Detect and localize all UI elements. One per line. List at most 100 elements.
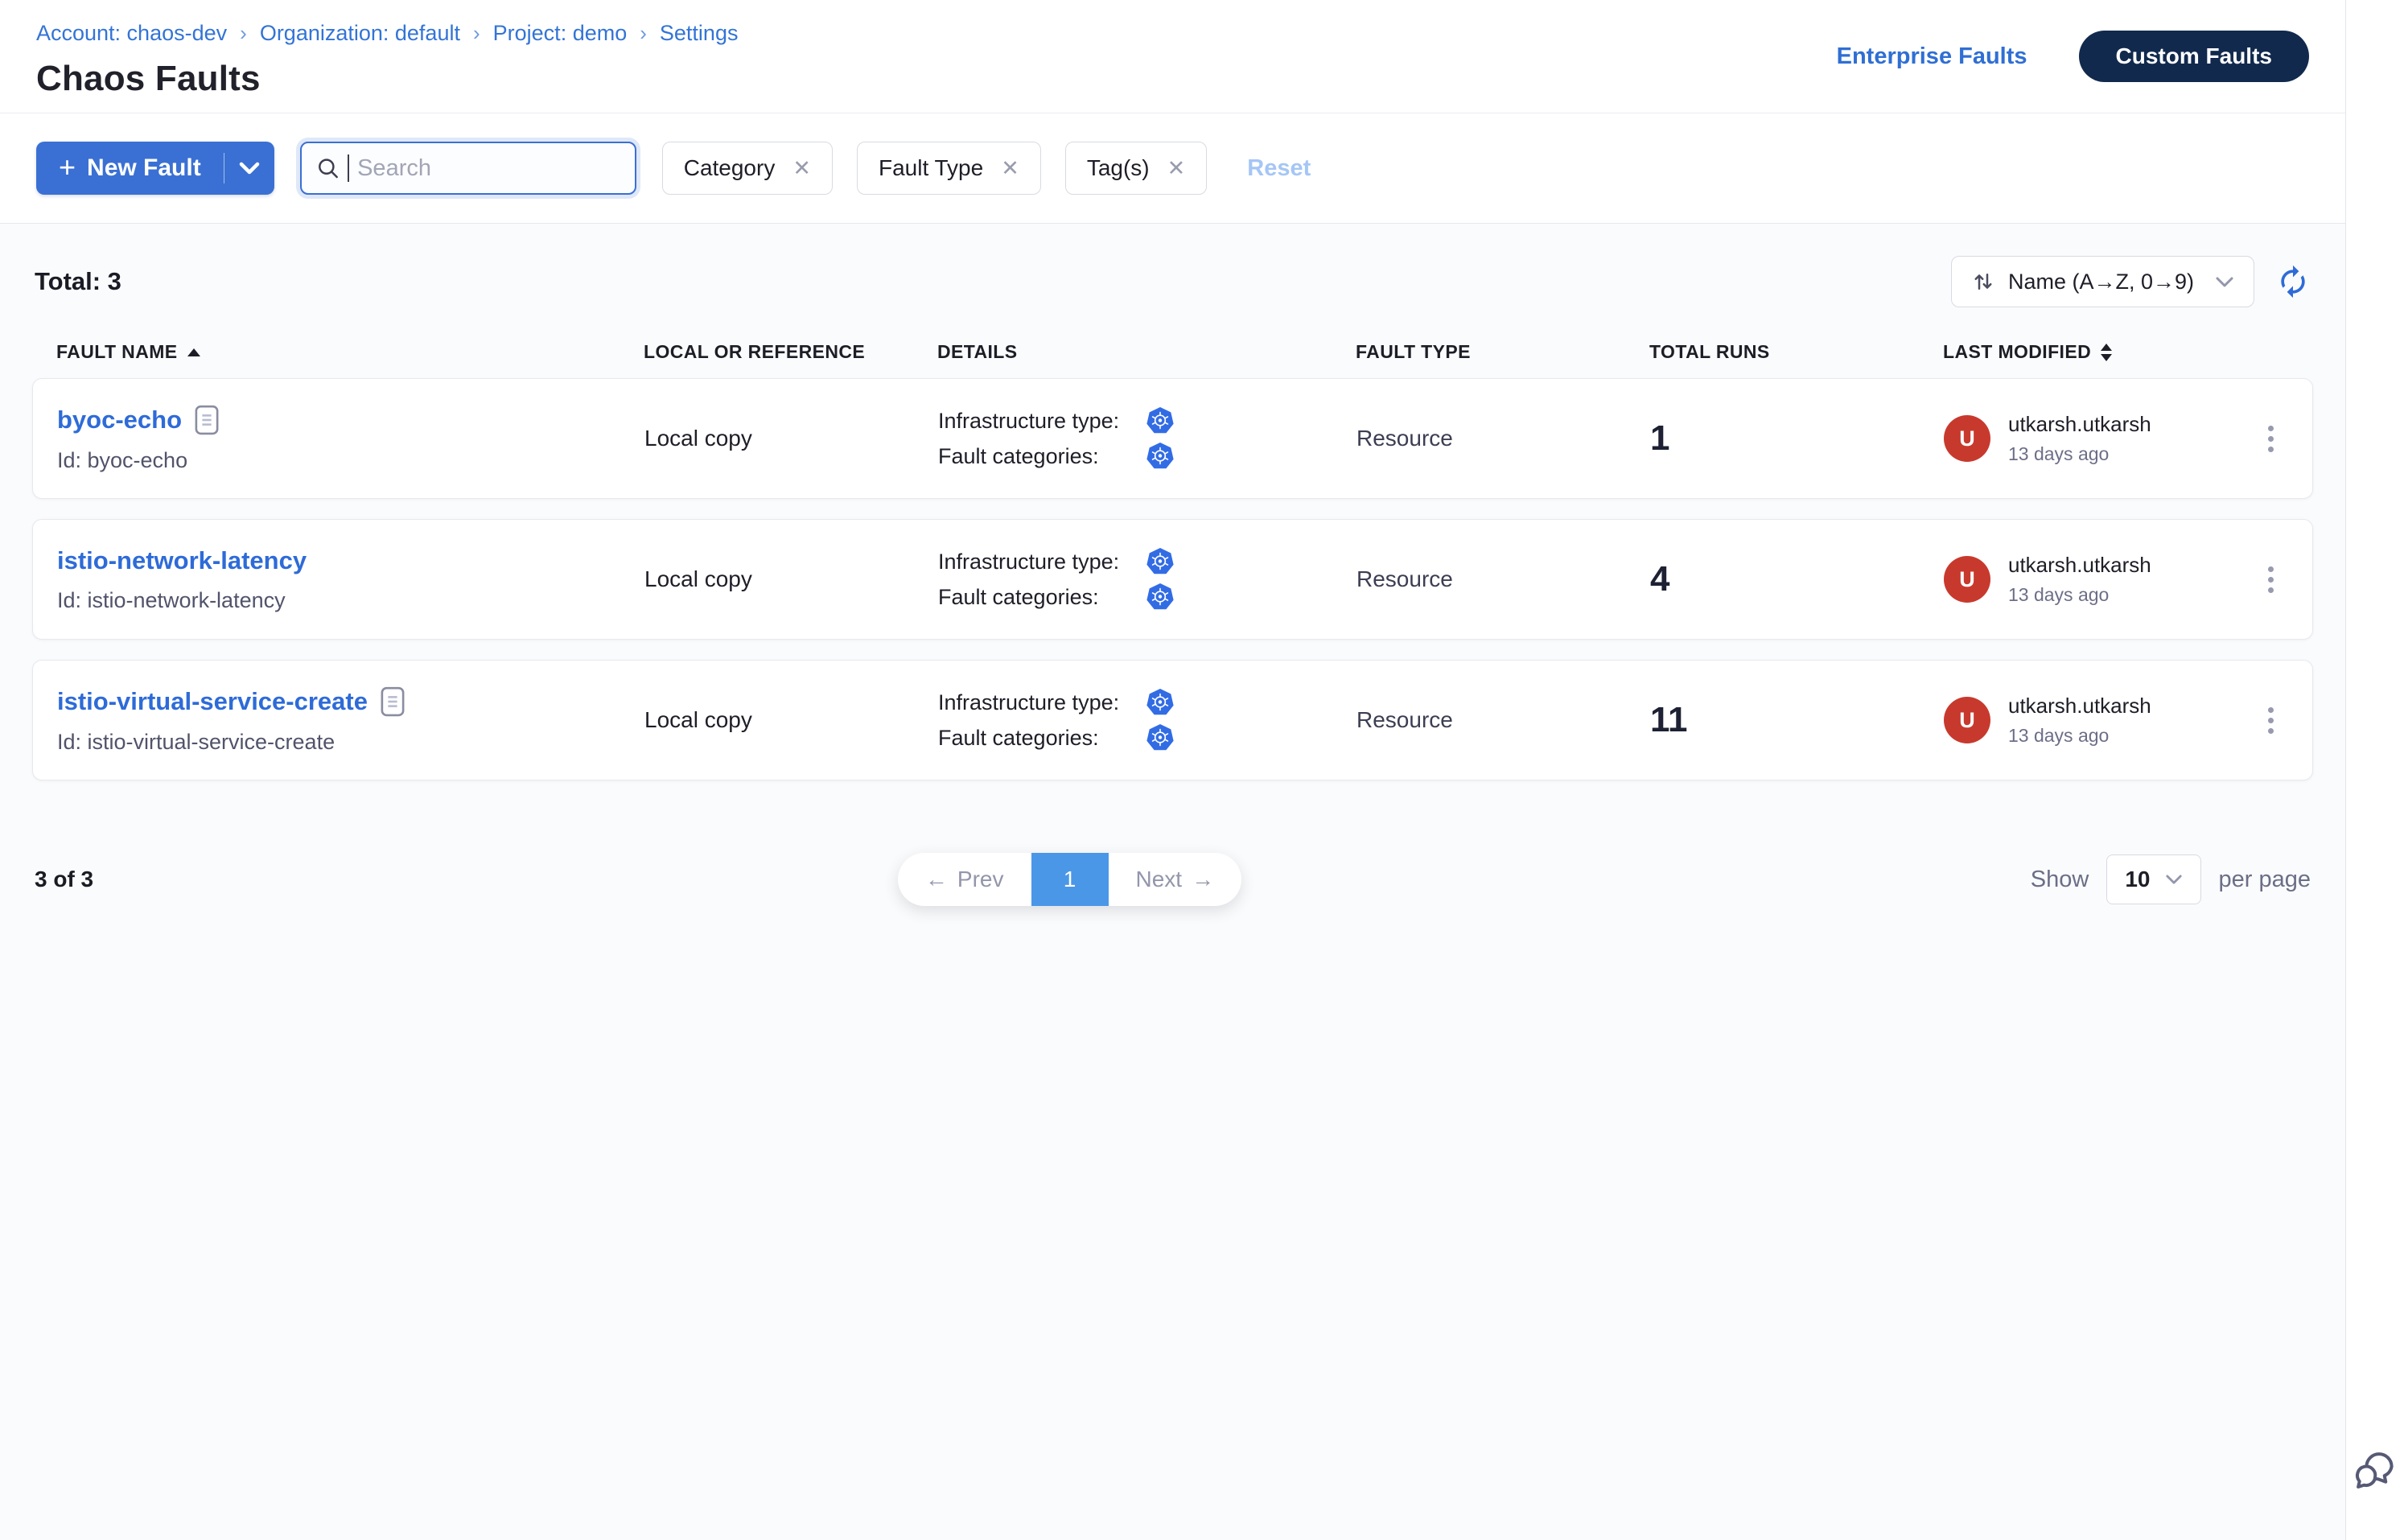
- refresh-icon[interactable]: [2275, 264, 2311, 299]
- filter-chip-label: Category: [684, 155, 776, 181]
- column-header-details: DETAILS: [937, 341, 1356, 363]
- manifest-icon: [381, 686, 405, 717]
- sort-both-icon: [2101, 344, 2112, 361]
- breadcrumb: Account: chaos-dev › Organization: defau…: [36, 21, 738, 46]
- pager: ← Prev 1 Next →: [898, 853, 1241, 906]
- column-header-local-or-reference: LOCAL OR REFERENCE: [644, 341, 937, 363]
- local-or-reference-cell: Local copy: [644, 426, 938, 451]
- page-title: Chaos Faults: [36, 59, 738, 99]
- local-or-reference-cell: Local copy: [644, 566, 938, 592]
- kubernetes-icon: [1146, 723, 1175, 752]
- modified-by-user: utkarsh.utkarsh: [2008, 553, 2151, 578]
- table-header-row: FAULT NAME LOCAL OR REFERENCE DETAILS FA…: [32, 341, 2313, 378]
- search-box[interactable]: [300, 142, 636, 195]
- column-header-fault-type: FAULT TYPE: [1356, 341, 1649, 363]
- chevron-down-icon: [2165, 874, 2183, 885]
- details-cell: Infrastructure type:: [938, 547, 1356, 611]
- total-runs-cell: 11: [1650, 700, 1944, 740]
- manifest-icon: [195, 405, 219, 435]
- enterprise-faults-link[interactable]: Enterprise Faults: [1837, 43, 2027, 70]
- kubernetes-icon: [1146, 547, 1175, 576]
- show-label: Show: [2031, 867, 2089, 893]
- fault-id: Id: istio-network-latency: [57, 588, 644, 613]
- main-content: Total: 3 Name (A→Z, 0→9): [0, 224, 2345, 1540]
- breadcrumb-project[interactable]: Project: demo: [493, 21, 628, 46]
- fault-name-cell: istio-virtual-service-create Id: istio-v…: [57, 686, 644, 755]
- fault-name-link[interactable]: istio-network-latency: [57, 546, 307, 575]
- column-header-last-modified[interactable]: LAST MODIFIED: [1943, 341, 2254, 363]
- kubernetes-icon: [1146, 688, 1175, 717]
- toolbar: + New Fault Category ✕: [0, 113, 2345, 224]
- breadcrumb-organization[interactable]: Organization: default: [260, 21, 460, 46]
- page-header: Account: chaos-dev › Organization: defau…: [0, 0, 2345, 113]
- sort-arrows-icon: [1971, 270, 1995, 294]
- page-number-button[interactable]: 1: [1031, 853, 1109, 906]
- fault-categories-label: Fault categories:: [938, 726, 1146, 751]
- new-fault-dropdown-button[interactable]: [224, 162, 274, 175]
- modified-time: 13 days ago: [2008, 584, 2151, 606]
- right-gutter: [2345, 0, 2404, 1540]
- modified-time: 13 days ago: [2008, 725, 2151, 747]
- filter-chip-fault-type[interactable]: Fault Type ✕: [857, 142, 1041, 195]
- fault-list: byoc-echo Id: byoc-echo Local copy Infra…: [32, 378, 2313, 780]
- fault-name-link[interactable]: istio-virtual-service-create: [57, 687, 368, 716]
- filter-chip-tags[interactable]: Tag(s) ✕: [1065, 142, 1207, 195]
- last-modified-cell: U utkarsh.utkarsh 13 days ago: [1944, 412, 2253, 465]
- fault-type-cell: Resource: [1356, 566, 1650, 592]
- column-header-fault-name[interactable]: FAULT NAME: [56, 341, 644, 363]
- pagination-row: 3 of 3 ← Prev 1 Next → Show 10: [32, 853, 2313, 906]
- prev-arrow-icon: ←: [925, 867, 948, 892]
- page-size-value: 10: [2125, 867, 2150, 892]
- last-modified-cell: U utkarsh.utkarsh 13 days ago: [1944, 694, 2253, 747]
- avatar: U: [1944, 415, 1990, 462]
- kubernetes-icon: [1146, 442, 1175, 471]
- table-row[interactable]: byoc-echo Id: byoc-echo Local copy Infra…: [32, 378, 2313, 499]
- chat-icon[interactable]: [2353, 1448, 2399, 1495]
- remove-filter-icon[interactable]: ✕: [1167, 156, 1186, 181]
- table-row[interactable]: istio-network-latency Id: istio-network-…: [32, 519, 2313, 640]
- modified-time: 13 days ago: [2008, 443, 2151, 465]
- column-label: LAST MODIFIED: [1943, 341, 2091, 363]
- row-menu-button[interactable]: [2253, 701, 2288, 740]
- modified-by-user: utkarsh.utkarsh: [2008, 694, 2151, 719]
- sort-dropdown[interactable]: Name (A→Z, 0→9): [1951, 256, 2254, 307]
- remove-filter-icon[interactable]: ✕: [792, 156, 811, 181]
- prev-page-button[interactable]: ← Prev: [898, 853, 1031, 906]
- new-fault-label: New Fault: [87, 154, 201, 182]
- total-runs-cell: 4: [1650, 559, 1944, 599]
- details-cell: Infrastructure type:: [938, 688, 1356, 752]
- breadcrumb-settings[interactable]: Settings: [660, 21, 739, 46]
- fault-categories-label: Fault categories:: [938, 444, 1146, 469]
- breadcrumb-separator-icon: ›: [473, 21, 480, 46]
- page-size-select[interactable]: 10: [2106, 854, 2200, 904]
- search-input[interactable]: [357, 155, 620, 182]
- fault-id: Id: istio-virtual-service-create: [57, 730, 644, 755]
- table-row[interactable]: istio-virtual-service-create Id: istio-v…: [32, 660, 2313, 780]
- custom-faults-button[interactable]: Custom Faults: [2079, 31, 2309, 82]
- next-arrow-icon: →: [1192, 867, 1214, 892]
- modified-by-user: utkarsh.utkarsh: [2008, 412, 2151, 437]
- chevron-down-icon: [2215, 276, 2234, 288]
- sort-area: Name (A→Z, 0→9): [1951, 256, 2311, 307]
- fault-name-link[interactable]: byoc-echo: [57, 406, 182, 434]
- header-left: Account: chaos-dev › Organization: defau…: [36, 21, 738, 113]
- last-modified-cell: U utkarsh.utkarsh 13 days ago: [1944, 553, 2253, 606]
- filter-chips: Category ✕ Fault Type ✕ Tag(s) ✕: [662, 142, 1208, 195]
- row-menu-button[interactable]: [2253, 560, 2288, 599]
- pagination-summary: 3 of 3: [35, 867, 1001, 892]
- new-fault-button[interactable]: + New Fault: [36, 154, 224, 182]
- sort-label: Name (A→Z, 0→9): [2008, 270, 2194, 294]
- search-icon: [316, 154, 340, 182]
- next-page-button[interactable]: Next →: [1109, 853, 1242, 906]
- infrastructure-type-label: Infrastructure type:: [938, 409, 1146, 434]
- row-menu-button[interactable]: [2253, 419, 2288, 459]
- page: Account: chaos-dev › Organization: defau…: [0, 0, 2345, 1540]
- filter-chip-category[interactable]: Category ✕: [662, 142, 833, 195]
- breadcrumb-separator-icon: ›: [640, 21, 647, 46]
- reset-filters-button[interactable]: Reset: [1247, 155, 1311, 182]
- breadcrumb-account[interactable]: Account: chaos-dev: [36, 21, 227, 46]
- column-label: DETAILS: [937, 341, 1017, 363]
- total-count: Total: 3: [35, 267, 121, 296]
- remove-filter-icon[interactable]: ✕: [1001, 156, 1019, 181]
- local-or-reference-cell: Local copy: [644, 707, 938, 733]
